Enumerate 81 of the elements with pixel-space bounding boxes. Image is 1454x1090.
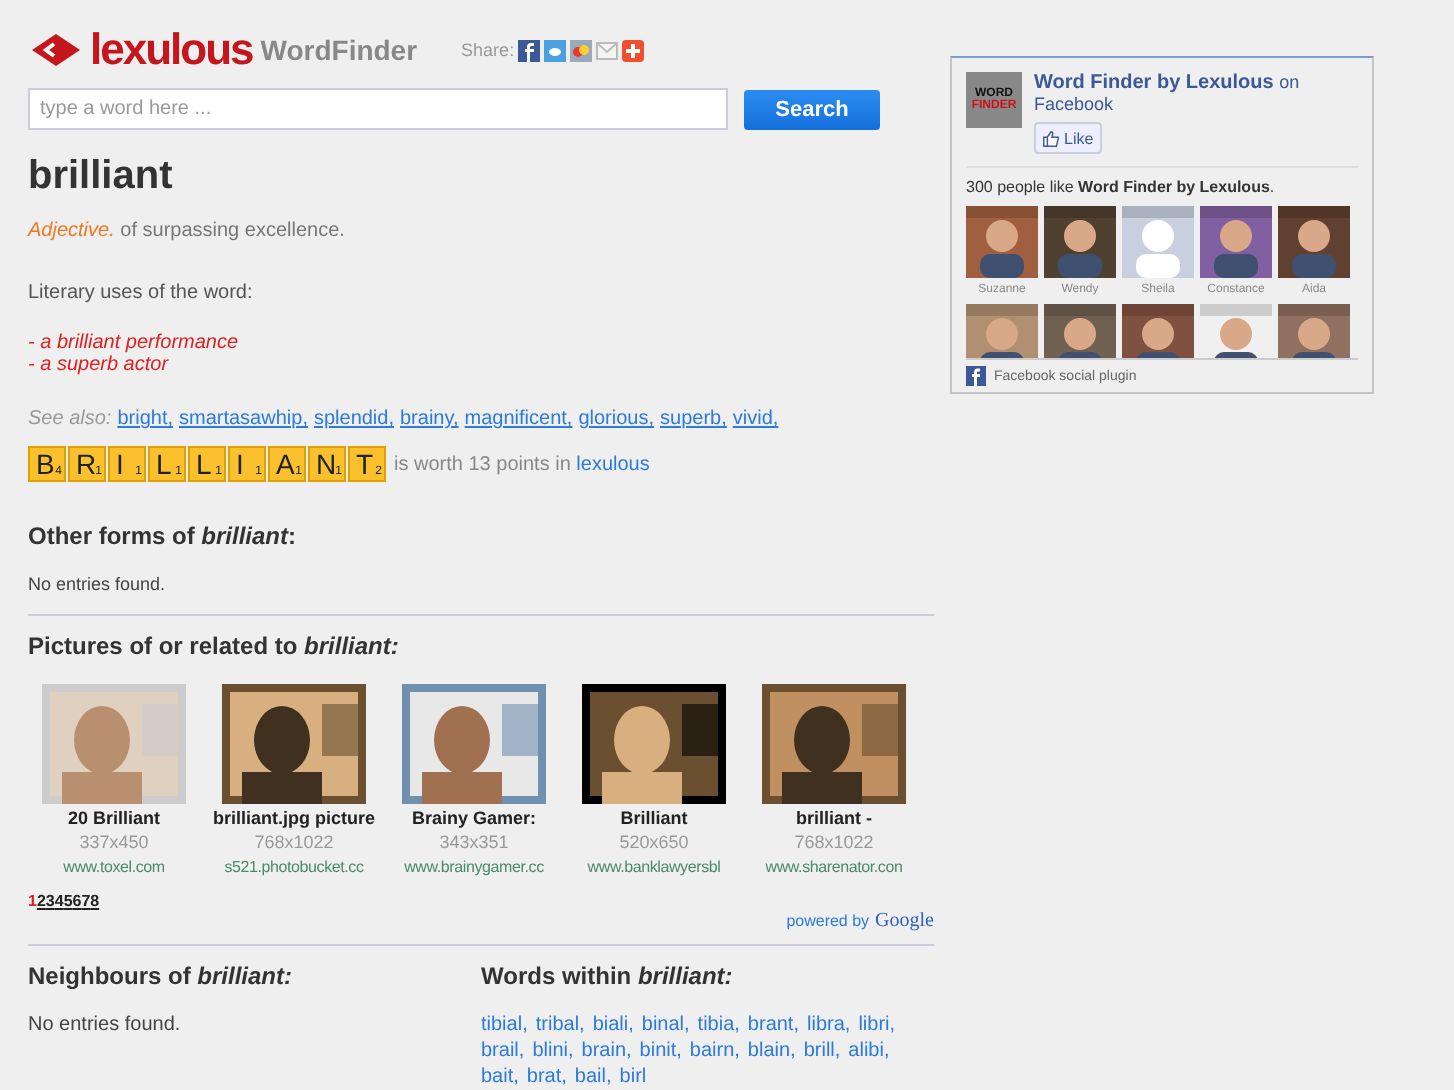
picture-size: 520x650	[619, 832, 689, 852]
picture-caption: 20 Brilliant	[67, 808, 160, 828]
empty-message: No entries found.	[28, 1014, 183, 1036]
section-title: Other forms of brilliant:	[28, 522, 299, 550]
definition: Adjective. of surpassing excellence.	[28, 220, 347, 242]
page-link[interactable]: 7	[81, 892, 91, 910]
word-title: brilliant	[28, 154, 175, 200]
picture-size: 768x1022	[254, 832, 334, 852]
score-text: is worth 13 points in lexulous	[394, 453, 650, 475]
related-word-link[interactable]: vivid,	[732, 408, 779, 430]
word-link[interactable]: bail,	[574, 1066, 612, 1088]
word-link[interactable]: brill,	[803, 1040, 841, 1062]
related-word-link[interactable]: glorious,	[578, 408, 655, 430]
share-label: Share:	[461, 40, 515, 60]
related-word-link[interactable]: splendid,	[313, 408, 394, 430]
literary-example: - a superb actor	[28, 354, 171, 376]
word-link[interactable]: binal,	[641, 1014, 690, 1036]
logo-text: lexulous	[90, 24, 253, 76]
site-name: Facebook	[1034, 94, 1116, 114]
word-link[interactable]: tibial,	[481, 1014, 528, 1036]
picture-caption: brilliant.jpg picture	[213, 808, 376, 828]
picture-caption: Brilliant	[620, 808, 688, 828]
likes-count: 300 people like Word Finder by Lexulous.	[966, 166, 1358, 196]
page-link[interactable]: 8	[90, 892, 100, 910]
word-link[interactable]: tibia,	[697, 1014, 740, 1036]
logo-icon	[28, 28, 84, 72]
thumbs-up-icon	[1042, 129, 1060, 147]
word-link[interactable]: blain,	[747, 1040, 796, 1062]
see-also-label: See also:	[28, 408, 112, 430]
page-link[interactable]: 6	[72, 892, 82, 910]
word-link[interactable]: birl	[619, 1066, 647, 1088]
related-word-link[interactable]: magnificent,	[464, 408, 573, 430]
related-word-link[interactable]: smartasawhip,	[179, 408, 308, 430]
site-link[interactable]: s521.photobucket.cc	[224, 858, 364, 876]
word-link[interactable]: libra,	[807, 1014, 851, 1036]
plus-icon[interactable]	[622, 39, 645, 61]
site-link[interactable]: www.sharenator.con	[765, 858, 903, 876]
product-name: WordFinder	[260, 34, 418, 66]
empty-message: No entries found.	[28, 574, 168, 594]
powered-by-text: powered by	[786, 912, 870, 930]
picture-caption: brilliant -	[796, 808, 872, 828]
section-title: Words within brilliant:	[481, 962, 735, 990]
page-link[interactable]: 1	[28, 892, 37, 910]
search-field[interactable]: type a word here ...	[28, 88, 728, 130]
word-link[interactable]: blini,	[532, 1040, 574, 1062]
word-link[interactable]: brain,	[581, 1040, 632, 1062]
word-link[interactable]: brant,	[747, 1014, 799, 1036]
page-link[interactable]: 5	[63, 892, 73, 910]
word-link[interactable]: brat,	[526, 1066, 567, 1088]
page-name: Word Finder by Lexulous on	[1034, 72, 1300, 94]
page-link[interactable]: 4	[54, 892, 64, 910]
picture-size: 343x351	[439, 832, 509, 852]
related-word-link[interactable]: brainy,	[400, 408, 459, 430]
word-link[interactable]: binit,	[639, 1040, 682, 1062]
section-title: Neighbours of brilliant:	[28, 962, 295, 990]
word-link[interactable]: alibi,	[848, 1040, 890, 1062]
site-link[interactable]: www.brainygamer.cc	[404, 858, 544, 876]
word-link[interactable]: bait,	[481, 1066, 519, 1088]
word-link[interactable]: brail,	[481, 1040, 525, 1062]
site-link[interactable]: www.banklawyersbl	[587, 858, 721, 876]
section-title: Pictures of or related to brilliant:	[28, 632, 401, 660]
word-link[interactable]: tribal,	[535, 1014, 585, 1036]
lexulous-link[interactable]: lexulous	[576, 453, 650, 475]
literary-title: Literary uses of the word:	[28, 282, 255, 304]
google-logo: Google	[875, 910, 934, 932]
like-button[interactable]: Like	[1034, 122, 1102, 154]
search-button[interactable]: Search	[744, 89, 880, 129]
picture-caption: Brainy Gamer:	[411, 808, 537, 828]
picture-size: 337x450	[79, 832, 149, 852]
word-link[interactable]: libri,	[858, 1014, 896, 1036]
site-link[interactable]: www.toxel.com	[63, 858, 165, 876]
related-word-link[interactable]: superb,	[660, 408, 727, 430]
related-word-link[interactable]: bright,	[117, 408, 173, 430]
word-link[interactable]: biali,	[592, 1014, 634, 1036]
picture-size: 768x1022	[794, 832, 874, 852]
word-link[interactable]: bairn,	[689, 1040, 740, 1062]
page-link[interactable]: 2	[36, 892, 46, 910]
facebook-icon	[966, 366, 986, 386]
page-link[interactable]: 3	[45, 892, 55, 910]
literary-example: - a brilliant performance	[28, 332, 241, 354]
facebook-icon[interactable]	[518, 39, 541, 61]
